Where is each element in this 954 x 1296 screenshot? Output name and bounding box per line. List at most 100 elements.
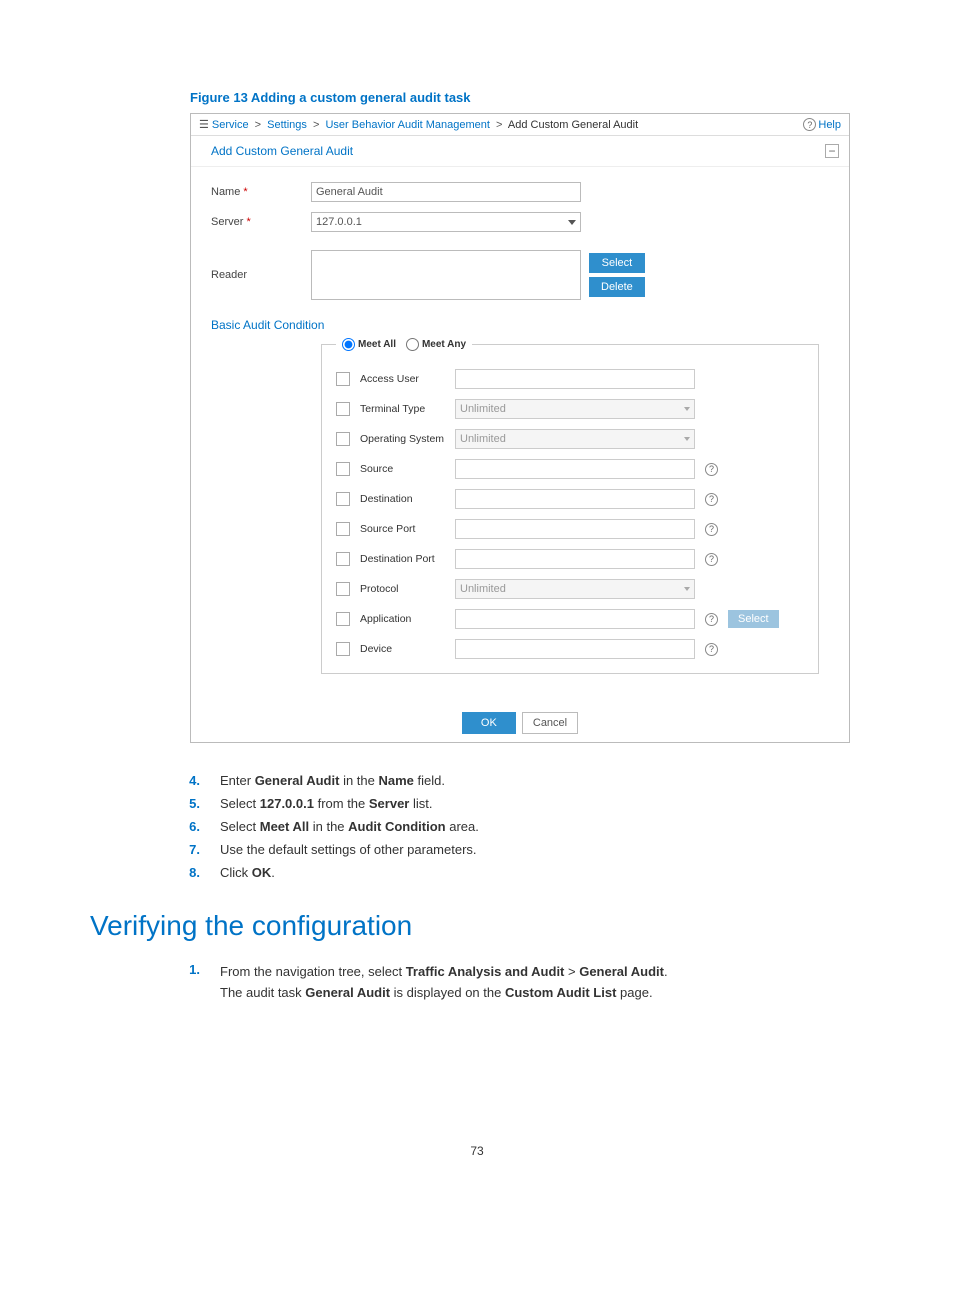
condition-select[interactable]: Unlimited	[455, 579, 695, 599]
condition-checkbox[interactable]	[336, 522, 350, 536]
condition-label: Source Port	[360, 523, 445, 535]
panel-title-bar: Add Custom General Audit −	[191, 136, 849, 167]
meet-any-radio[interactable]: Meet Any	[406, 338, 466, 351]
condition-label: Destination Port	[360, 553, 445, 565]
crumb-current: Add Custom General Audit	[508, 119, 638, 131]
step-number: 1.	[170, 962, 200, 1004]
condition-select[interactable]: Unlimited	[455, 429, 695, 449]
breadcrumb: ☰ Service > Settings > User Behavior Aud…	[199, 118, 638, 131]
help-icon[interactable]: ?	[705, 523, 718, 536]
name-label: Name	[211, 186, 311, 198]
condition-row: Operating System Unlimited	[336, 429, 804, 449]
verify-steps: 1. From the navigation tree, select Traff…	[170, 962, 864, 1004]
step-text: Select Meet All in the Audit Condition a…	[220, 819, 479, 834]
instruction-step: 5. Select 127.0.0.1 from the Server list.	[170, 796, 864, 811]
help-icon: ?	[803, 118, 816, 131]
condition-checkbox[interactable]	[336, 462, 350, 476]
crumb-ubam[interactable]: User Behavior Audit Management	[325, 119, 489, 131]
step-text: Enter General Audit in the Name field.	[220, 773, 445, 788]
condition-input[interactable]	[455, 459, 695, 479]
instruction-step: 8. Click OK.	[170, 865, 864, 880]
condition-row: Destination?	[336, 489, 804, 509]
figure-caption: Figure 13 Adding a custom general audit …	[190, 90, 864, 105]
condition-label: Operating System	[360, 433, 445, 445]
help-icon[interactable]: ?	[705, 613, 718, 626]
condition-checkbox[interactable]	[336, 582, 350, 596]
condition-label: Access User	[360, 373, 445, 385]
step-number: 7.	[170, 842, 200, 857]
condition-label: Source	[360, 463, 445, 475]
condition-row: Device?	[336, 639, 804, 659]
condition-checkbox[interactable]	[336, 432, 350, 446]
instruction-step: 4. Enter General Audit in the Name field.	[170, 773, 864, 788]
help-icon[interactable]: ?	[705, 553, 718, 566]
condition-label: Protocol	[360, 583, 445, 595]
condition-checkbox[interactable]	[336, 402, 350, 416]
server-select[interactable]: 127.0.0.1	[311, 212, 581, 232]
name-input[interactable]	[311, 182, 581, 202]
help-icon[interactable]: ?	[705, 493, 718, 506]
conditions-legend: Meet All Meet Any	[336, 338, 472, 351]
reader-listbox[interactable]	[311, 250, 581, 300]
dialog-buttons: OK Cancel	[191, 712, 849, 734]
chevron-down-icon	[684, 587, 690, 591]
instruction-step: 7. Use the default settings of other para…	[170, 842, 864, 857]
step-text: Use the default settings of other parame…	[220, 842, 477, 857]
condition-label: Device	[360, 643, 445, 655]
condition-label: Terminal Type	[360, 403, 445, 415]
step-text: From the navigation tree, select Traffic…	[220, 962, 668, 1004]
breadcrumb-bar: ☰ Service > Settings > User Behavior Aud…	[191, 114, 849, 136]
crumb-service[interactable]: Service	[212, 119, 249, 131]
condition-label: Destination	[360, 493, 445, 505]
help-icon[interactable]: ?	[705, 643, 718, 656]
condition-checkbox[interactable]	[336, 612, 350, 626]
screenshot-panel: ☰ Service > Settings > User Behavior Aud…	[190, 113, 850, 743]
condition-row: Source?	[336, 459, 804, 479]
condition-select[interactable]: Unlimited	[455, 399, 695, 419]
condition-input[interactable]	[455, 639, 695, 659]
condition-checkbox[interactable]	[336, 642, 350, 656]
step-number: 5.	[170, 796, 200, 811]
condition-input[interactable]	[455, 369, 695, 389]
help-link[interactable]: ? Help	[803, 118, 841, 131]
reader-select-button[interactable]: Select	[589, 253, 645, 273]
condition-input[interactable]	[455, 519, 695, 539]
condition-select-button[interactable]: Select	[728, 610, 779, 628]
meet-all-radio[interactable]: Meet All	[342, 338, 396, 351]
form-area: Name Server 127.0.0.1 Reader Select Dele…	[191, 167, 849, 694]
basic-audit-condition-header: Basic Audit Condition	[211, 318, 829, 332]
ok-button[interactable]: OK	[462, 712, 516, 734]
chevron-down-icon	[568, 220, 576, 225]
conditions-fieldset: Meet All Meet Any Access User Terminal Ty…	[321, 338, 819, 674]
step-number: 4.	[170, 773, 200, 788]
crumb-settings[interactable]: Settings	[267, 119, 307, 131]
condition-input[interactable]	[455, 489, 695, 509]
step-text: Click OK.	[220, 865, 275, 880]
condition-checkbox[interactable]	[336, 372, 350, 386]
help-icon[interactable]: ?	[705, 463, 718, 476]
condition-row: Application? Select	[336, 609, 804, 629]
chevron-down-icon	[684, 437, 690, 441]
chevron-down-icon	[684, 407, 690, 411]
cancel-button[interactable]: Cancel	[522, 712, 578, 734]
condition-input[interactable]	[455, 549, 695, 569]
instruction-list: 4. Enter General Audit in the Name field.…	[170, 773, 864, 880]
step-text: Select 127.0.0.1 from the Server list.	[220, 796, 433, 811]
verify-step: 1. From the navigation tree, select Traff…	[170, 962, 864, 1004]
panel-title: Add Custom General Audit	[211, 144, 353, 158]
condition-input[interactable]	[455, 609, 695, 629]
step-number: 8.	[170, 865, 200, 880]
server-label: Server	[211, 216, 311, 228]
reader-label: Reader	[211, 269, 311, 281]
condition-row: Destination Port?	[336, 549, 804, 569]
condition-label: Application	[360, 613, 445, 625]
section-heading-verify: Verifying the configuration	[90, 910, 864, 942]
condition-checkbox[interactable]	[336, 552, 350, 566]
condition-row: Source Port?	[336, 519, 804, 539]
condition-checkbox[interactable]	[336, 492, 350, 506]
condition-row: Access User	[336, 369, 804, 389]
reader-delete-button[interactable]: Delete	[589, 277, 645, 297]
collapse-button[interactable]: −	[825, 144, 839, 158]
instruction-step: 6.Select Meet All in the Audit Condition…	[170, 819, 864, 834]
condition-row: Protocol Unlimited	[336, 579, 804, 599]
